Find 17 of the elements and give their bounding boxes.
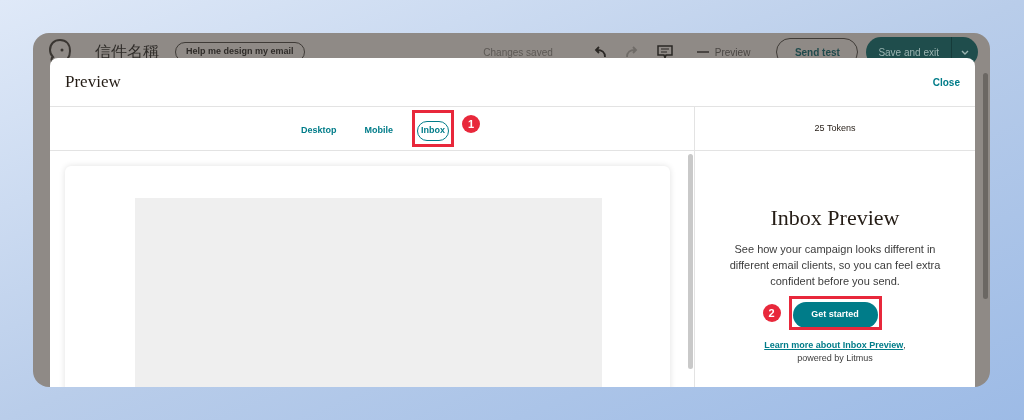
get-started-button[interactable]: Get started — [792, 301, 878, 328]
view-tab[interactable]: Mobile — [360, 121, 397, 141]
scrollbar[interactable] — [983, 73, 988, 299]
learn-more-text: Learn more about Inbox Preview, powered by Litmus — [763, 338, 907, 365]
caret-icon — [961, 49, 969, 55]
modal-title: Preview — [65, 71, 121, 94]
token-count: 25 Tokens — [814, 121, 856, 135]
panel-description: See how your campaign looks different in different email clients, so you can feel extra confident before you send. — [728, 242, 942, 289]
scrollbar[interactable] — [688, 154, 693, 369]
undo-icon[interactable] — [592, 46, 607, 58]
comment-icon[interactable] — [656, 44, 673, 60]
annotation-badge: 2 — [762, 304, 781, 322]
annotation-badge: 1 — [462, 115, 480, 134]
annotation-frame — [412, 110, 454, 147]
view-tab[interactable]: Desktop — [297, 121, 341, 141]
panel-heading: Inbox Preview — [770, 205, 900, 231]
close-button[interactable]: Close — [932, 74, 960, 90]
